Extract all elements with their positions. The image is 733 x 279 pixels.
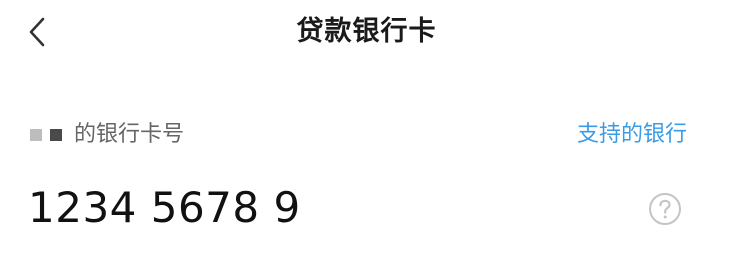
mask-block-dark <box>50 129 62 141</box>
card-number-label-row: 的银行卡号 <box>30 118 184 152</box>
supported-banks-link[interactable]: 支持的银行 <box>577 118 687 152</box>
masked-name <box>30 129 68 141</box>
question-circle-icon[interactable] <box>648 192 682 226</box>
page-title: 贷款银行卡 <box>296 16 437 47</box>
card-number-label: 的银行卡号 <box>74 122 185 147</box>
mask-block-light <box>30 129 42 141</box>
card-number-input[interactable]: 1234 5678 9 <box>28 180 301 236</box>
loan-bank-card-page: 贷款银行卡 的银行卡号 支持的银行 1234 5678 9 <box>0 0 733 279</box>
navigation-bar: 贷款银行卡 <box>0 0 733 64</box>
